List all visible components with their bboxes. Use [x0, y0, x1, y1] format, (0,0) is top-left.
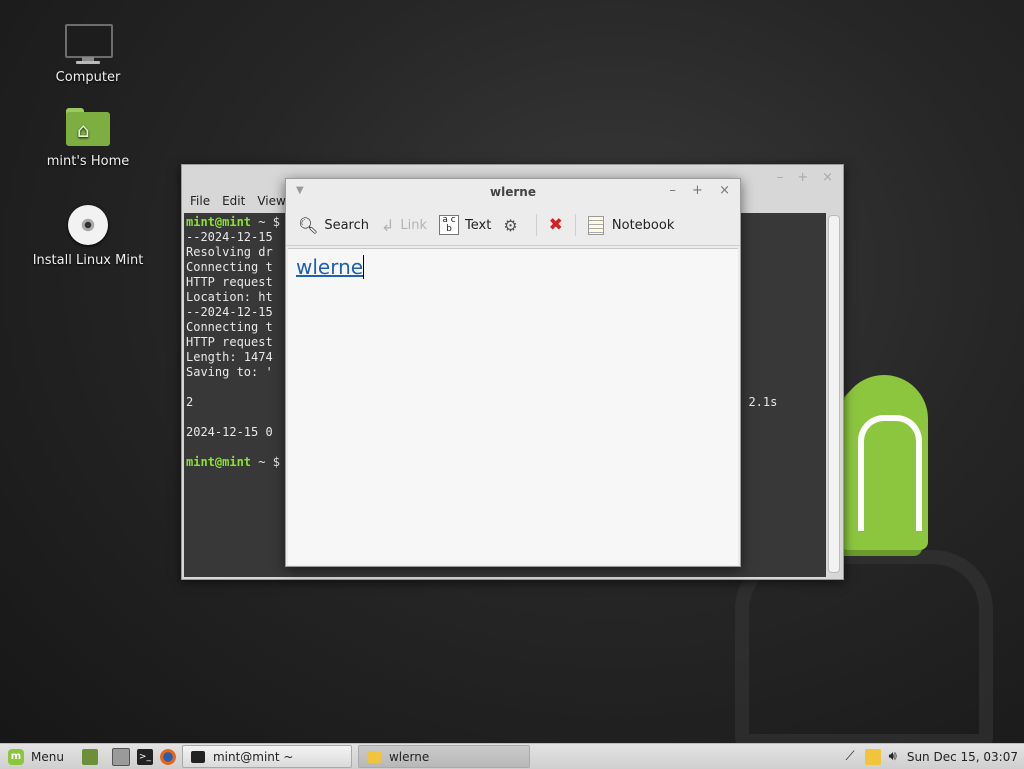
linux-mint-logo	[840, 375, 928, 550]
text-button[interactable]: a cb Text	[439, 215, 491, 235]
gear-icon: ⚙	[503, 215, 518, 235]
terminal-scrollbar[interactable]	[828, 215, 840, 573]
toolbar-separator	[535, 214, 537, 236]
task-note[interactable]: wlerne	[357, 745, 530, 768]
notebook-button[interactable]: Notebook	[587, 215, 674, 235]
search-button[interactable]: 🔍︎ Search	[298, 216, 369, 235]
desktop-icon-label: mint's Home	[46, 154, 130, 169]
note-editor[interactable]: wlerne	[288, 248, 738, 565]
desktop-icon-home[interactable]: ⌂ mint's Home	[28, 106, 148, 169]
terminal-prompt: mint@mint	[186, 215, 252, 229]
firefox-icon[interactable]	[159, 748, 176, 765]
terminal-icon	[190, 750, 205, 763]
mint-logo-inner	[858, 415, 922, 531]
desktop-icon-install[interactable]: Install Linux Mint	[28, 205, 148, 268]
delete-button[interactable]: ✖	[549, 215, 563, 235]
note-icon	[366, 750, 381, 763]
search-icon: 🔍︎	[298, 215, 319, 235]
maximize-icon[interactable]: +	[692, 183, 703, 198]
task-terminal[interactable]: mint@mint ~	[181, 745, 352, 768]
settings-button[interactable]: ⚙	[503, 216, 523, 235]
text-caret	[363, 255, 365, 279]
text-format-icon: a cb	[439, 215, 460, 235]
note-heading: wlerne	[296, 255, 364, 279]
volume-icon[interactable]: 🔊︎	[889, 749, 897, 764]
notes-tray-icon[interactable]	[864, 748, 881, 765]
menu-view[interactable]: View	[257, 194, 285, 208]
link-button[interactable]: ↲ Link	[381, 216, 427, 235]
taskbar: m Menu >_ mint@mint ~ wlerne ⟋ 🔊︎ Sun De…	[0, 743, 1024, 769]
show-desktop-icon[interactable]	[81, 748, 98, 765]
menu-file[interactable]: File	[190, 194, 210, 208]
disc-icon	[64, 205, 112, 249]
desktop-icon-label: Computer	[55, 70, 121, 85]
delete-icon: ✖	[548, 215, 563, 235]
clock[interactable]: Sun Dec 15, 03:07	[907, 750, 1018, 764]
link-icon: ↲	[380, 215, 395, 235]
menu-edit[interactable]: Edit	[222, 194, 245, 208]
file-manager-icon[interactable]	[111, 747, 130, 766]
maximize-icon[interactable]: +	[797, 170, 808, 185]
terminal-launcher-icon[interactable]: >_	[136, 748, 153, 765]
terminal-prompt: mint@mint	[186, 455, 252, 469]
desktop-icon-label: Install Linux Mint	[32, 253, 144, 268]
minimize-icon[interactable]: –	[669, 183, 676, 198]
network-icon[interactable]: ⟋	[846, 749, 855, 764]
note-toolbar: 🔍︎ Search ↲ Link a cb Text ⚙ ✖ Notebook	[286, 205, 740, 246]
computer-icon	[64, 22, 113, 66]
desktop-icon-computer[interactable]: Computer	[28, 22, 148, 85]
close-icon[interactable]: ×	[719, 183, 730, 198]
menu-button[interactable]: m Menu	[8, 748, 64, 765]
mint-menu-icon: m	[8, 748, 24, 765]
note-titlebar[interactable]: ▼ wlerne – + ×	[286, 179, 740, 205]
home-folder-icon: ⌂	[64, 106, 112, 150]
note-window[interactable]: ▼ wlerne – + × 🔍︎ Search ↲ Link a cb Tex…	[285, 178, 741, 567]
notebook-icon	[587, 215, 604, 235]
minimize-icon[interactable]: –	[777, 170, 784, 185]
close-icon[interactable]: ×	[822, 170, 833, 185]
toolbar-separator	[574, 214, 576, 236]
